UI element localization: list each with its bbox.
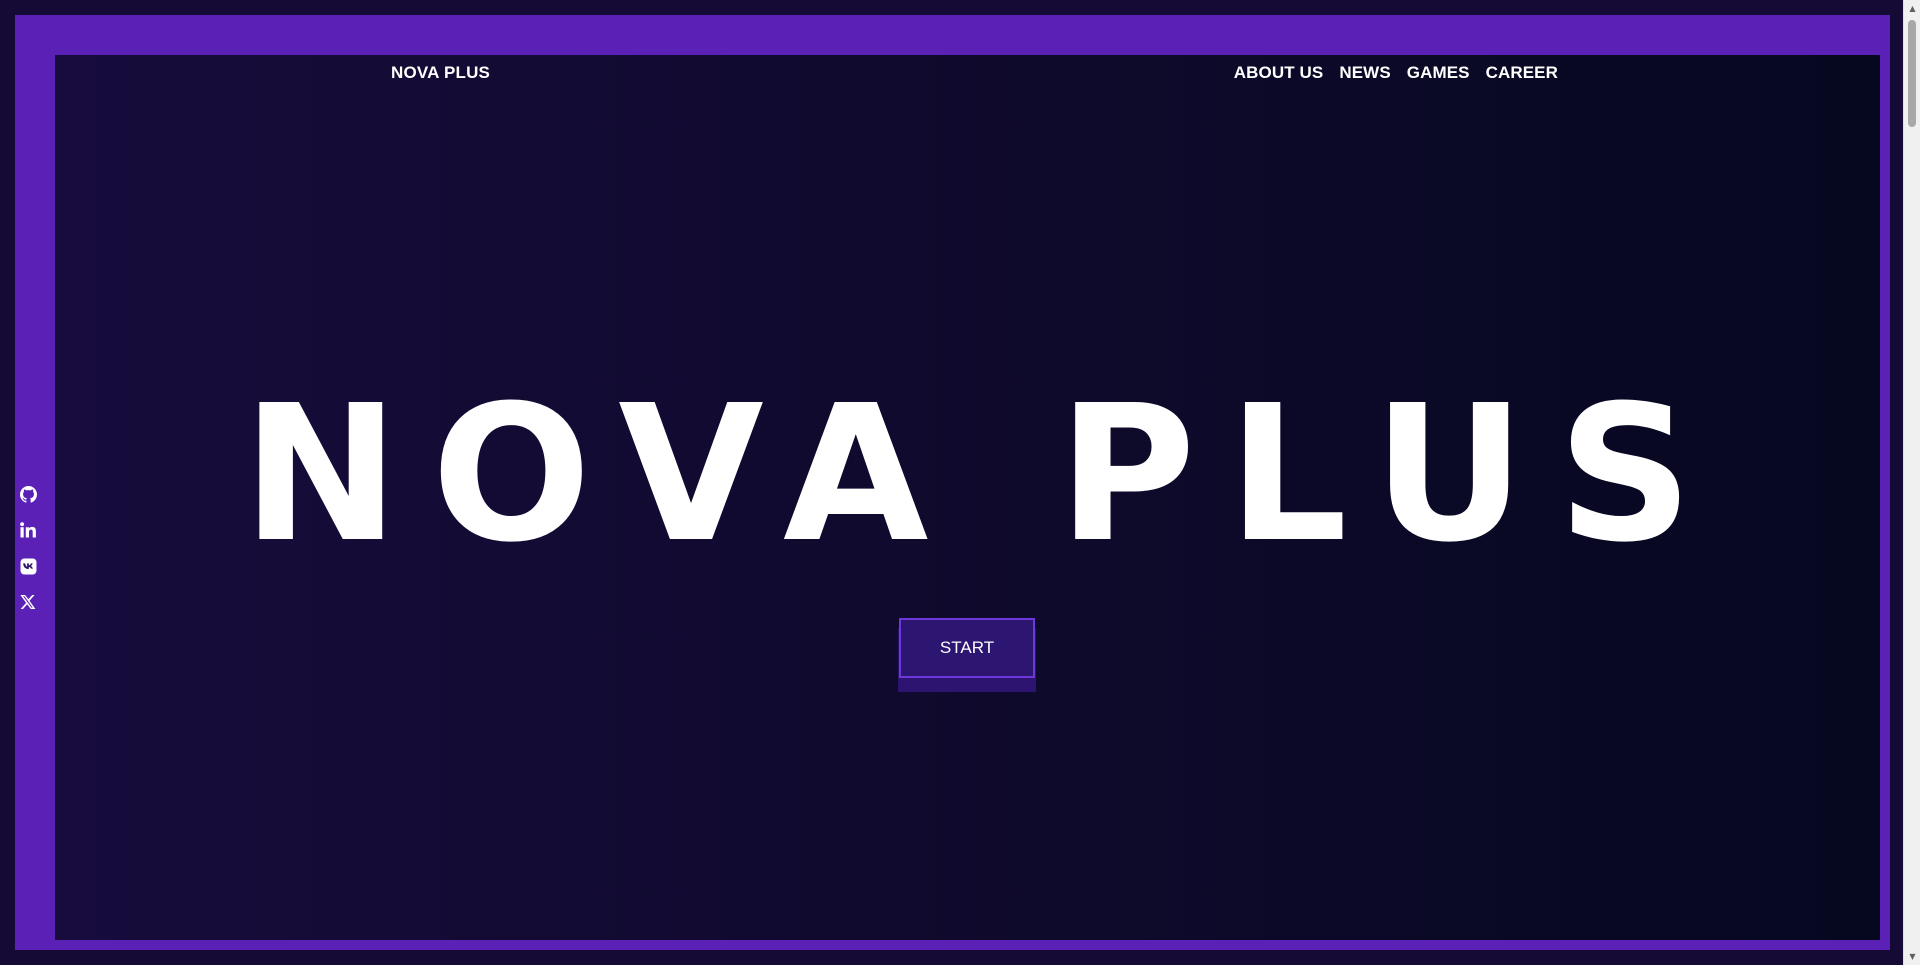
main-nav: ABOUT US NEWS GAMES CAREER	[1234, 63, 1558, 83]
scroll-down-arrow-icon[interactable]: ▼	[1904, 948, 1920, 965]
page: NOVA PLUS ABOUT US NEWS GAMES CAREER NOV…	[0, 0, 1920, 965]
nav-career[interactable]: CAREER	[1486, 63, 1558, 83]
start-button-wrapper: START	[898, 618, 1036, 692]
linkedin-icon[interactable]	[19, 521, 37, 539]
github-icon[interactable]	[19, 485, 37, 503]
scroll-up-arrow-icon[interactable]: ▲	[1904, 0, 1920, 17]
nav-about-us[interactable]: ABOUT US	[1234, 63, 1324, 83]
hero-title: NOVA PLUS	[242, 365, 1725, 584]
vk-icon[interactable]	[19, 557, 37, 575]
vertical-scrollbar[interactable]: ▲ ▼	[1903, 0, 1920, 965]
social-links	[19, 485, 37, 611]
purple-frame: NOVA PLUS ABOUT US NEWS GAMES CAREER NOV…	[15, 15, 1890, 950]
nav-news[interactable]: NEWS	[1339, 63, 1390, 83]
x-icon[interactable]	[19, 593, 37, 611]
nav-games[interactable]: GAMES	[1407, 63, 1470, 83]
scroll-thumb[interactable]	[1908, 20, 1916, 127]
start-button[interactable]: START	[899, 618, 1035, 678]
brand-logo-link[interactable]: NOVA PLUS	[391, 63, 490, 83]
hero-section: NOVA PLUS ABOUT US NEWS GAMES CAREER NOV…	[55, 55, 1880, 940]
